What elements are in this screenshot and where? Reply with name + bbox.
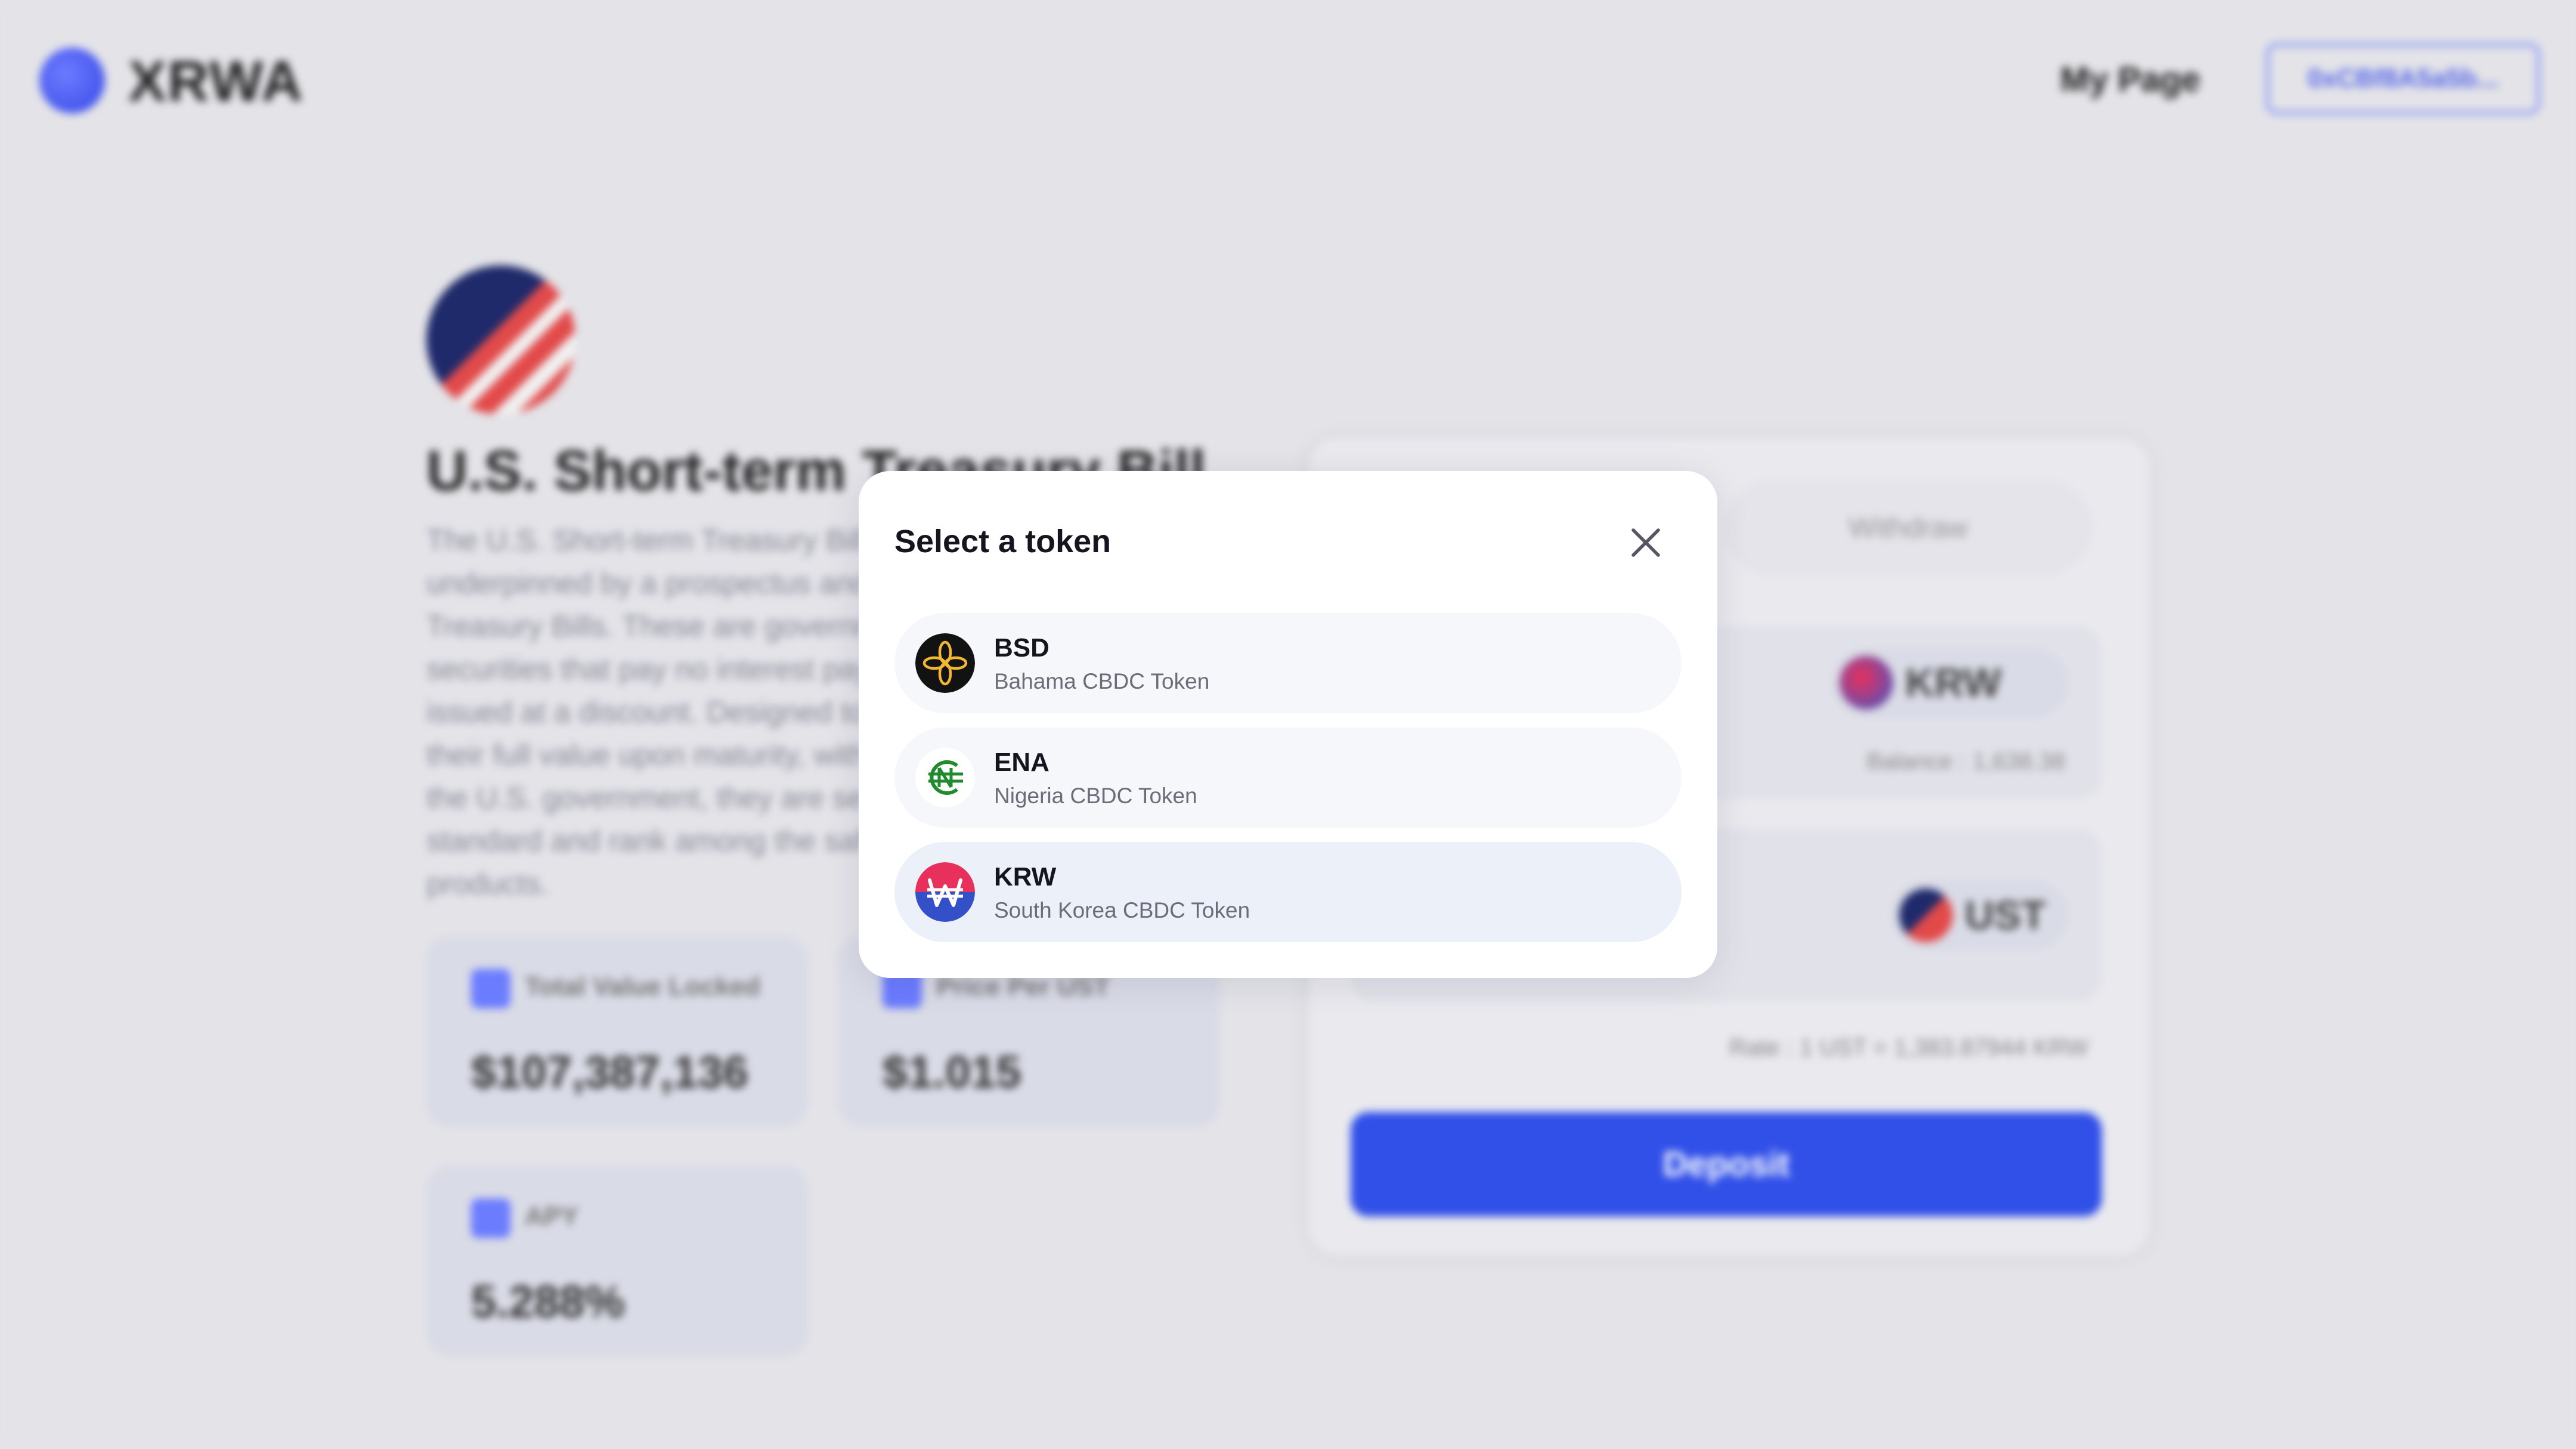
from-token-label: KRW <box>1905 660 2002 705</box>
close-button[interactable] <box>1622 519 1670 566</box>
wallet-button[interactable]: 0xCBf8A5a5b... <box>2266 43 2540 114</box>
token-name: Bahama CBDC Token <box>994 669 1210 693</box>
from-token-select[interactable]: KRW <box>1831 647 2069 719</box>
stat-value: $107,387,136 <box>471 1047 748 1098</box>
deposit-button[interactable]: Deposit <box>1351 1112 2102 1216</box>
token-name: Nigeria CBDC Token <box>994 784 1197 808</box>
modal-title: Select a token <box>894 524 1111 559</box>
token-option-bsd[interactable]: BSD Bahama CBDC Token <box>894 613 1682 713</box>
krw-token-icon <box>915 862 975 922</box>
logo-text: XRWA <box>128 49 304 113</box>
tab-withdraw[interactable]: Withdraw <box>1723 480 2093 575</box>
stat-value: 5.288% <box>471 1277 625 1327</box>
stat-label: APY <box>525 1202 579 1231</box>
rate-text: Rate : 1 UST = 1,383.87944 KRW <box>1729 1035 2089 1061</box>
krw-flag-icon <box>1840 656 1893 710</box>
token-list: BSD Bahama CBDC Token ENA Nigeria CBDC T… <box>894 613 1682 956</box>
token-option-krw[interactable]: KRW South Korea CBDC Token <box>894 842 1682 942</box>
bsd-token-icon <box>915 633 975 693</box>
stat-value: $1.015 <box>883 1047 1021 1098</box>
logo-icon <box>39 48 105 113</box>
nav-my-page[interactable]: My Page <box>2060 60 2200 100</box>
token-symbol: ENA <box>994 748 1049 777</box>
close-icon <box>1631 528 1660 557</box>
token-symbol: BSD <box>994 633 1049 662</box>
us-flag-icon <box>1899 888 1953 942</box>
stat-icon <box>471 1199 510 1238</box>
to-token-label: UST <box>1965 893 2046 938</box>
select-token-modal: Select a token BSD Bahama CBDC Token ENA… <box>859 471 1717 978</box>
us-flag-icon <box>426 265 575 414</box>
token-symbol: KRW <box>994 862 1057 891</box>
ena-token-icon <box>915 748 975 807</box>
stat-card-tvl: Total Value Locked $107,387,136 <box>426 936 808 1127</box>
stat-icon <box>471 969 510 1008</box>
balance-text: Balance : 1,638.38 <box>1866 748 2066 775</box>
token-option-ena[interactable]: ENA Nigeria CBDC Token <box>894 727 1682 828</box>
stat-card-apy: APY 5.288% <box>426 1166 808 1357</box>
stat-label: Total Value Locked <box>525 972 761 1001</box>
to-token-chip: UST <box>1890 880 2069 951</box>
token-name: South Korea CBDC Token <box>994 898 1250 922</box>
